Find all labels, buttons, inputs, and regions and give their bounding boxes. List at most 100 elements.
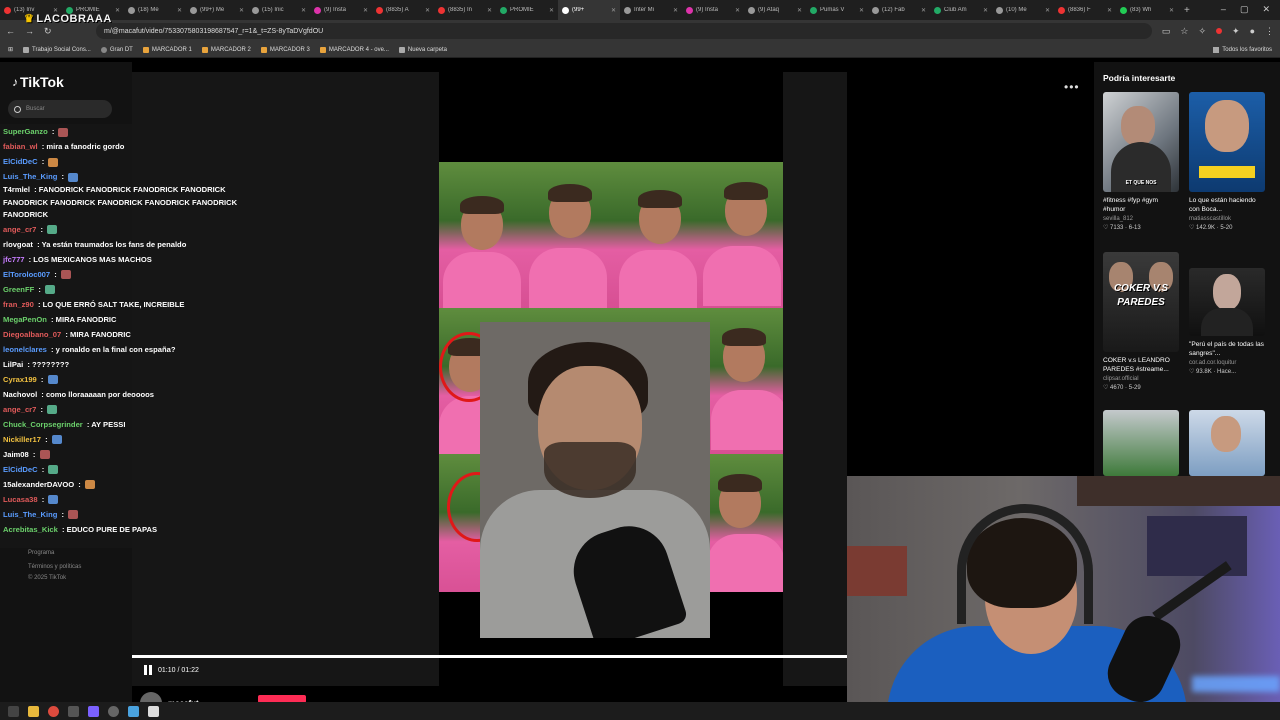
search-input[interactable]: Buscar: [8, 100, 112, 118]
chat-username[interactable]: Luis_The_King: [3, 172, 57, 181]
tab-close-icon[interactable]: ✕: [673, 7, 678, 14]
bookmark-item[interactable]: Trabajo Social Cons...: [23, 46, 91, 53]
chat-username[interactable]: ElCidDeC: [3, 157, 38, 166]
suggestion-card[interactable]: COKER V.S PAREDES COKER v.s LEANDRO PARE…: [1103, 252, 1179, 391]
chat-username[interactable]: ange_cr7: [3, 225, 36, 234]
chat-username[interactable]: Nickiller17: [3, 435, 41, 444]
suggestion-thumbnail[interactable]: [1189, 410, 1265, 476]
extension-icon[interactable]: ✧: [1198, 26, 1206, 37]
forward-icon[interactable]: →: [25, 26, 34, 37]
browser-tab[interactable]: (15) Inic ✕: [248, 0, 310, 20]
chat-username[interactable]: fran_z90: [3, 300, 34, 309]
browser-tab[interactable]: (9) Ataq ✕: [744, 0, 806, 20]
tab-close-icon[interactable]: ✕: [921, 7, 926, 14]
chat-username[interactable]: Jaim08: [3, 450, 29, 459]
browser-tab[interactable]: Club Am ✕: [930, 0, 992, 20]
chat-username[interactable]: LilPai: [3, 360, 23, 369]
tab-close-icon[interactable]: ✕: [177, 7, 182, 14]
bookmark-item[interactable]: MARCADOR 3: [260, 46, 310, 53]
chat-username[interactable]: T4rmlel: [3, 185, 30, 194]
file-explorer-icon[interactable]: [28, 705, 39, 717]
browser-tab[interactable]: (9) Insta ✕: [682, 0, 744, 20]
menu-icon[interactable]: ⋮: [1265, 26, 1274, 37]
bookmark-item[interactable]: MARCADOR 4 - ove...: [319, 46, 389, 53]
maximize-icon[interactable]: ▢: [1240, 4, 1249, 15]
record-icon[interactable]: [1216, 28, 1223, 34]
tab-close-icon[interactable]: ✕: [115, 7, 120, 14]
tab-close-icon[interactable]: ✕: [1169, 7, 1174, 14]
apps-icon[interactable]: ⊞: [8, 46, 13, 53]
reload-icon[interactable]: ↻: [44, 26, 52, 37]
app-icon[interactable]: [68, 705, 79, 717]
browser-tab[interactable]: PROMIE ✕: [496, 0, 558, 20]
tab-close-icon[interactable]: ✕: [363, 7, 368, 14]
chat-username[interactable]: Luis_The_King: [3, 510, 57, 519]
cast-icon[interactable]: ▭: [1162, 26, 1171, 37]
chat-username[interactable]: Acrebitas_Kick: [3, 525, 58, 534]
footer-link-programa[interactable]: Programa: [28, 550, 54, 556]
star-icon[interactable]: ☆: [1180, 26, 1188, 37]
chrome-icon[interactable]: [48, 705, 59, 717]
back-icon[interactable]: ←: [6, 26, 15, 37]
suggestion-thumbnail[interactable]: [1103, 410, 1179, 476]
chat-username[interactable]: rlovgoat: [3, 240, 33, 249]
suggestion-thumbnail[interactable]: [1189, 92, 1265, 192]
chat-username[interactable]: Nachovol: [3, 390, 37, 399]
tab-close-icon[interactable]: ✕: [1107, 7, 1112, 14]
browser-tab[interactable]: (99+) Me ✕: [186, 0, 248, 20]
bookmark-item[interactable]: MARCADOR 2: [201, 46, 251, 53]
browser-tab[interactable]: (83) Wh ✕: [1116, 0, 1178, 20]
app-icon[interactable]: [88, 705, 99, 717]
start-icon[interactable]: [8, 705, 19, 717]
pause-icon[interactable]: [144, 665, 152, 675]
video-progress-bar[interactable]: [132, 655, 847, 658]
tab-close-icon[interactable]: ✕: [859, 7, 864, 14]
tab-close-icon[interactable]: ✕: [1045, 7, 1050, 14]
new-tab-button[interactable]: +: [1178, 5, 1196, 16]
chat-username[interactable]: SuperGanzo: [3, 127, 48, 136]
chat-username[interactable]: GreenFF: [3, 285, 34, 294]
chat-username[interactable]: ElToroloc007: [3, 270, 50, 279]
chat-username[interactable]: leonelclares: [3, 345, 47, 354]
tab-close-icon[interactable]: ✕: [797, 7, 802, 14]
chat-username[interactable]: Lucasa38: [3, 495, 38, 504]
suggestion-thumbnail[interactable]: ET QUE NOS: [1103, 92, 1179, 192]
chat-username[interactable]: MegaPenOn: [3, 315, 47, 324]
tab-close-icon[interactable]: ✕: [301, 7, 306, 14]
chat-username[interactable]: 15alexanderDAVOO: [3, 480, 74, 489]
chat-username[interactable]: ange_cr7: [3, 405, 36, 414]
chat-username[interactable]: ElCidDeC: [3, 465, 38, 474]
bookmark-item[interactable]: Nueva carpeta: [398, 46, 447, 53]
chat-username[interactable]: Diegoalbano_07: [3, 330, 61, 339]
chat-username[interactable]: fabian_wl: [3, 142, 38, 151]
minimize-icon[interactable]: –: [1221, 4, 1226, 15]
suggestion-card[interactable]: [1103, 410, 1179, 476]
browser-tab[interactable]: (10) Me ✕: [992, 0, 1054, 20]
browser-tab[interactable]: Inter Mi ✕: [620, 0, 682, 20]
url-input[interactable]: m/@macafut/video/7533075803198687547_r=1…: [96, 23, 1152, 39]
browser-tab[interactable]: (99+ ✕: [558, 0, 620, 20]
browser-tab[interactable]: (9) Insta ✕: [310, 0, 372, 20]
chat-username[interactable]: Cyrax199: [3, 375, 37, 384]
suggestion-card[interactable]: ET QUE NOS #fitness #fyp #gym #humor sev…: [1103, 92, 1179, 231]
chat-username[interactable]: Chuck_Corpsegrinder: [3, 420, 83, 429]
close-window-icon[interactable]: ✕: [1262, 4, 1270, 15]
tab-close-icon[interactable]: ✕: [983, 7, 988, 14]
browser-tab[interactable]: (12) Fab ✕: [868, 0, 930, 20]
obs-icon[interactable]: [108, 705, 119, 717]
suggestion-thumbnail[interactable]: COKER V.S PAREDES: [1103, 252, 1179, 352]
browser-tab[interactable]: (8836) F ✕: [1054, 0, 1116, 20]
suggestion-thumbnail[interactable]: [1189, 268, 1265, 336]
suggestion-card[interactable]: Lo que están haciendo con Boca... matias…: [1189, 92, 1265, 231]
browser-tab[interactable]: Pumas V ✕: [806, 0, 868, 20]
browser-tab[interactable]: (18) Me ✕: [124, 0, 186, 20]
bookmark-item[interactable]: MARCADOR 1: [142, 46, 192, 53]
tiktok-logo[interactable]: ♪ TikTok: [12, 74, 64, 90]
puzzle-icon[interactable]: ✦: [1232, 26, 1240, 37]
more-options-icon[interactable]: •••: [1064, 80, 1080, 94]
tab-close-icon[interactable]: ✕: [425, 7, 430, 14]
browser-tab[interactable]: (8835) In ✕: [434, 0, 496, 20]
all-bookmarks[interactable]: Todos los favoritos: [1213, 46, 1272, 53]
bookmark-item[interactable]: Gran DT: [100, 46, 133, 53]
tab-close-icon[interactable]: ✕: [611, 7, 616, 14]
